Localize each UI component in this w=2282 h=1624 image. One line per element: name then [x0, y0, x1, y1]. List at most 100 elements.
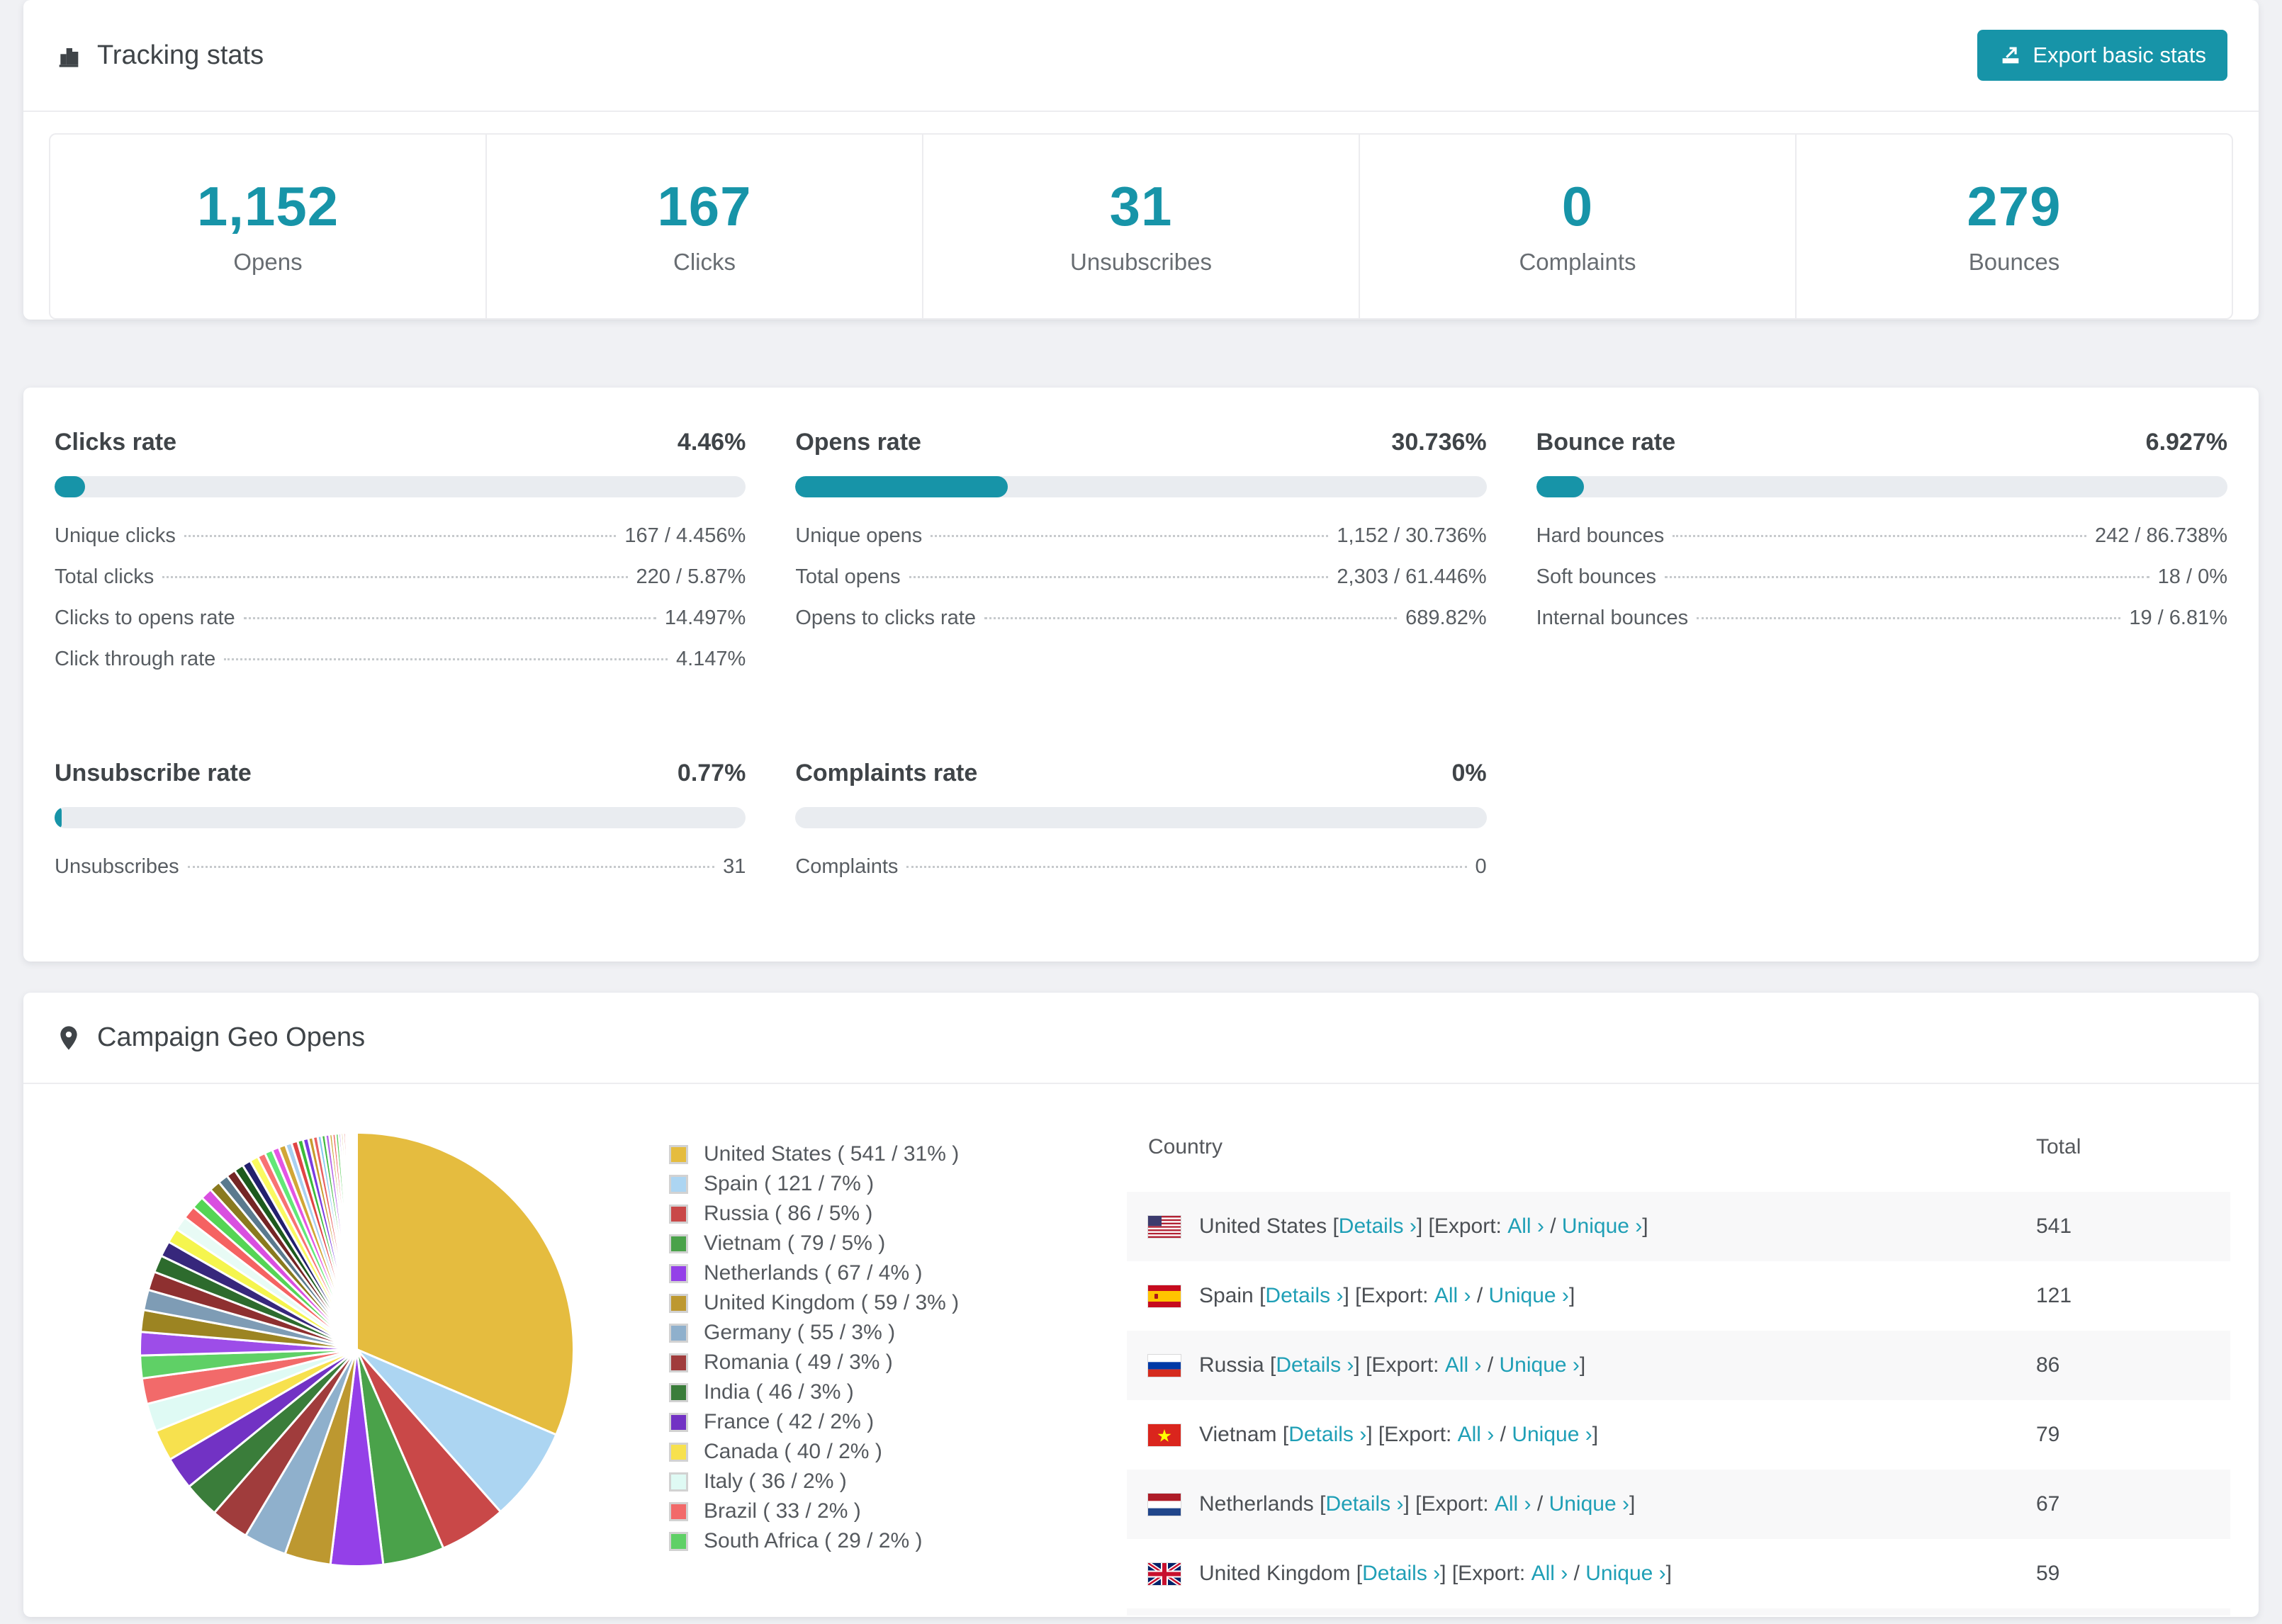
- details-link[interactable]: Details ›: [1325, 1492, 1403, 1516]
- export-unique-link[interactable]: Unique ›: [1512, 1423, 1592, 1447]
- country-total: 59: [2036, 1562, 2060, 1585]
- flag-us-icon: [1148, 1215, 1181, 1238]
- geo-table-wrap: Country Total United States [Details ›] …: [1127, 1110, 2230, 1615]
- legend-item-spain[interactable]: Spain ( 121 / 7% ): [669, 1169, 1039, 1199]
- details-link[interactable]: Details ›: [1288, 1423, 1366, 1447]
- rate-progress-bar: [1536, 476, 2227, 497]
- legend-swatch: [669, 1501, 688, 1521]
- rate-progress-bar: [795, 476, 1487, 497]
- bracket: ]: [1579, 1353, 1586, 1377]
- bracket: ]: [1343, 1284, 1356, 1307]
- legend-item-netherlands[interactable]: Netherlands ( 67 / 4% ): [669, 1258, 1039, 1288]
- export-all-link[interactable]: All ›: [1434, 1284, 1471, 1308]
- bracket: ]: [1629, 1492, 1636, 1516]
- bracket: ]: [1416, 1214, 1429, 1238]
- bracket: ]: [1642, 1214, 1648, 1238]
- legend-item-romania[interactable]: Romania ( 49 / 3% ): [669, 1348, 1039, 1377]
- legend-label: Canada ( 40 / 2% ): [704, 1440, 882, 1463]
- rate-detail-label: Hard bounces: [1536, 524, 1665, 547]
- details-link[interactable]: Details ›: [1362, 1562, 1440, 1586]
- pie-svg[interactable]: [135, 1128, 578, 1571]
- summary-label: Opens: [233, 249, 303, 275]
- rate-detail-label: Opens to clicks rate: [795, 607, 976, 629]
- legend-item-italy[interactable]: Italy ( 36 / 2% ): [669, 1467, 1039, 1496]
- slash: /: [1471, 1284, 1489, 1307]
- rate-detail-row: Clicks to opens rate 14.497%: [55, 607, 746, 648]
- geo-pie-chart[interactable]: [135, 1128, 578, 1574]
- legend-swatch: [669, 1174, 688, 1194]
- country-cell: Russia [Details ›] [Export: All › / Uniq…: [1127, 1331, 2015, 1400]
- flag-vn-icon: [1148, 1423, 1181, 1446]
- legend-item-france[interactable]: France ( 42 / 2% ): [669, 1407, 1039, 1437]
- export-all-link[interactable]: All ›: [1507, 1214, 1544, 1239]
- export-all-link[interactable]: All ›: [1445, 1353, 1482, 1377]
- country-total: 79: [2036, 1423, 2060, 1446]
- legend-label: United States ( 541 / 31% ): [704, 1142, 960, 1166]
- slash: /: [1568, 1562, 1586, 1585]
- rates-grid: Clicks rate 4.46% Unique clicks 167 / 4.456…: [23, 388, 2259, 962]
- legend-label: Brazil ( 33 / 2% ): [704, 1499, 861, 1523]
- dotted-leader: [931, 535, 1329, 537]
- legend-item-vietnam[interactable]: Vietnam ( 79 / 5% ): [669, 1229, 1039, 1258]
- legend-item-india[interactable]: India ( 46 / 3% ): [669, 1377, 1039, 1407]
- page-title: Tracking stats: [97, 40, 264, 70]
- export-all-link[interactable]: All ›: [1495, 1492, 1531, 1516]
- legend-label: Italy ( 36 / 2% ): [704, 1470, 847, 1493]
- dotted-leader: [184, 535, 617, 537]
- bracket: [Export:: [1366, 1353, 1445, 1377]
- dotted-leader: [187, 866, 715, 868]
- table-row-es: Spain [Details ›] [Export: All › / Uniqu…: [1127, 1261, 2230, 1331]
- legend-label: Romania ( 49 / 3% ): [704, 1350, 893, 1374]
- details-link[interactable]: Details ›: [1339, 1214, 1417, 1239]
- legend-item-canada[interactable]: Canada ( 40 / 2% ): [669, 1437, 1039, 1467]
- export-unique-link[interactable]: Unique ›: [1549, 1492, 1629, 1516]
- rate-detail-rows: Unique clicks 167 / 4.456% Total clicks 220…: [55, 524, 746, 689]
- rate-detail-row: Hard bounces 242 / 86.738%: [1536, 524, 2227, 565]
- legend-swatch: [669, 1263, 688, 1283]
- rate-detail-value: 242 / 86.738%: [2094, 524, 2227, 547]
- export-all-link[interactable]: All ›: [1531, 1562, 1568, 1586]
- legend-item-germany[interactable]: Germany ( 55 / 3% ): [669, 1318, 1039, 1348]
- export-all-link[interactable]: All ›: [1458, 1423, 1495, 1447]
- export-unique-link[interactable]: Unique ›: [1585, 1562, 1665, 1586]
- rate-section-complaints-rate: Complaints rate 0% Complaints 0: [795, 760, 1487, 896]
- country-name: Netherlands: [1199, 1492, 1320, 1516]
- legend-swatch: [669, 1323, 688, 1343]
- slash: /: [1494, 1423, 1512, 1446]
- legend-swatch: [669, 1531, 688, 1551]
- rate-detail-label: Unique clicks: [55, 524, 176, 547]
- legend-label: India ( 46 / 3% ): [704, 1380, 854, 1404]
- rate-detail-row: Complaints 0: [795, 855, 1486, 896]
- dotted-leader: [162, 576, 628, 578]
- flag-nl-icon: [1148, 1493, 1181, 1516]
- rate-header: Complaints rate 0%: [795, 760, 1486, 787]
- geo-content: United States ( 541 / 31% ) Spain ( 121 /…: [23, 1084, 2259, 1617]
- export-basic-stats-button[interactable]: Export basic stats: [1977, 30, 2227, 81]
- export-unique-link[interactable]: Unique ›: [1489, 1284, 1569, 1308]
- details-link[interactable]: Details ›: [1276, 1353, 1354, 1377]
- legend-item-brazil[interactable]: Brazil ( 33 / 2% ): [669, 1496, 1039, 1526]
- bracket: [: [1332, 1214, 1339, 1238]
- rate-detail-label: Total opens: [795, 565, 901, 588]
- rate-value: 0%: [1451, 760, 1487, 786]
- rate-detail-value: 2,303 / 61.446%: [1337, 565, 1487, 588]
- summary-label: Bounces: [1968, 249, 2060, 275]
- legend-item-united-states[interactable]: United States ( 541 / 31% ): [669, 1139, 1039, 1169]
- slash: /: [1531, 1492, 1549, 1516]
- details-link[interactable]: Details ›: [1265, 1284, 1343, 1308]
- country-cell-content: Spain [Details ›] [Export: All › / Uniqu…: [1148, 1284, 1998, 1308]
- rate-detail-label: Unsubscribes: [55, 855, 179, 878]
- rate-detail-row: Soft bounces 18 / 0%: [1536, 565, 2227, 607]
- export-unique-link[interactable]: Unique ›: [1562, 1214, 1642, 1239]
- legend-item-south-africa[interactable]: South Africa ( 29 / 2% ): [669, 1526, 1039, 1556]
- rate-title: Complaints rate: [795, 760, 978, 786]
- rate-progress-fill: [55, 476, 86, 497]
- legend-item-united-kingdom[interactable]: United Kingdom ( 59 / 3% ): [669, 1288, 1039, 1318]
- legend-item-russia[interactable]: Russia ( 86 / 5% ): [669, 1199, 1039, 1229]
- export-unique-link[interactable]: Unique ›: [1500, 1353, 1580, 1377]
- geo-opens-header: Campaign Geo Opens: [23, 993, 2259, 1083]
- summary-box-bounces: 279 Bounces: [1795, 135, 2232, 318]
- bracket: [: [1356, 1562, 1363, 1585]
- country-total: 67: [2015, 1470, 2230, 1539]
- rate-detail-value: 689.82%: [1405, 607, 1487, 629]
